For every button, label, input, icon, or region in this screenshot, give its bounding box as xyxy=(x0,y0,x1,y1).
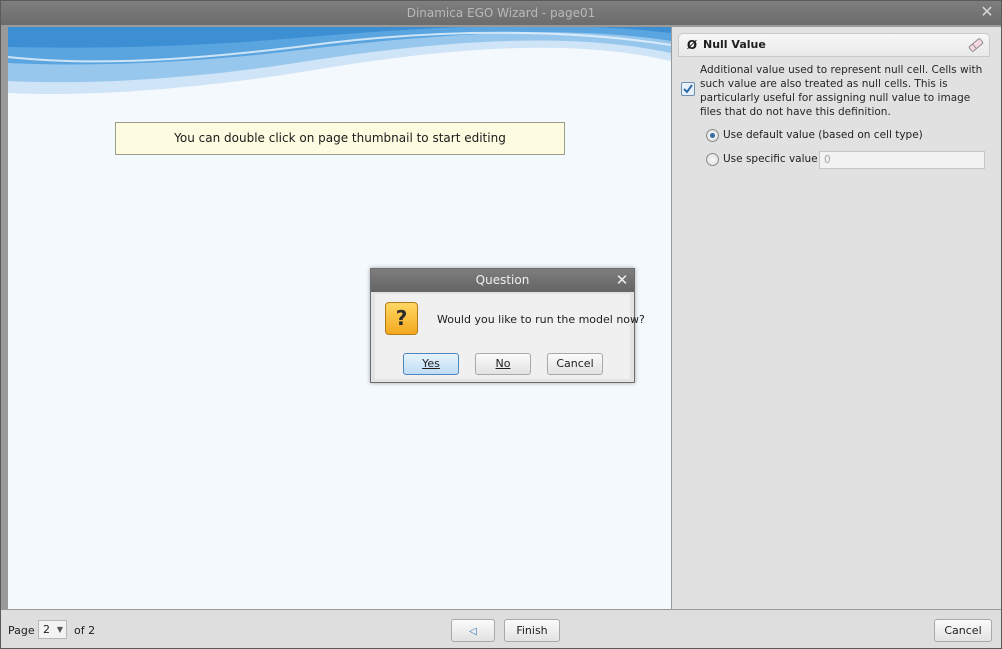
page-total: of 2 xyxy=(74,624,96,637)
dialog-titlebar[interactable]: Question ✕ xyxy=(371,269,634,292)
page-label: Page xyxy=(8,624,35,637)
window-titlebar[interactable]: Dinamica EGO Wizard - page01 ✕ xyxy=(1,1,1001,25)
window-title: Dinamica EGO Wizard - page01 xyxy=(406,6,596,20)
property-title: Null Value xyxy=(703,38,766,51)
dialog-body: ? Would you like to run the model now? Y… xyxy=(375,294,645,379)
question-dialog: Question ✕ ? Would you like to run the m… xyxy=(370,268,645,383)
chevron-down-icon: ▼ xyxy=(56,625,63,634)
question-icon: ? xyxy=(385,302,418,335)
yes-label: Yes xyxy=(422,357,440,370)
triangle-left-icon: ◁ xyxy=(469,626,477,637)
finish-button[interactable]: Finish xyxy=(504,619,560,642)
property-panel: Ø Null Value Additional value used to re… xyxy=(672,27,1001,609)
checkmark-icon xyxy=(683,84,693,94)
header-wave-graphic xyxy=(8,27,671,95)
page-select[interactable]: 2 ▼ xyxy=(38,620,67,639)
radio-specific-value[interactable] xyxy=(706,153,719,166)
property-header: Ø Null Value xyxy=(678,33,990,57)
eraser-icon[interactable] xyxy=(967,37,985,53)
option-label: Use default value (based on cell type) xyxy=(723,129,923,141)
dialog-message: Would you like to run the model now? xyxy=(437,313,645,326)
dialog-title: Question xyxy=(475,273,530,287)
cancel-button[interactable]: Cancel xyxy=(934,619,992,642)
wizard-footer: Page 2 ▼ of 2 ◁ Finish Cancel xyxy=(1,610,1001,648)
back-button[interactable]: ◁ xyxy=(451,619,495,642)
close-icon[interactable]: ✕ xyxy=(614,272,630,288)
specific-value-input[interactable]: 0 xyxy=(819,151,985,169)
yes-button[interactable]: Yes xyxy=(403,353,459,375)
null-value-icon: Ø xyxy=(686,38,698,52)
page-current: 2 xyxy=(43,623,50,636)
editing-hint: You can double click on page thumbnail t… xyxy=(115,122,565,155)
radio-default-value[interactable] xyxy=(706,129,719,142)
option-label: Use specific value xyxy=(723,153,818,165)
property-description: Additional value used to represent null … xyxy=(700,64,983,118)
null-value-checkbox[interactable] xyxy=(681,82,695,96)
close-icon[interactable]: ✕ xyxy=(979,4,995,20)
dialog-cancel-button[interactable]: Cancel xyxy=(547,353,603,375)
no-button[interactable]: No xyxy=(475,353,531,375)
no-label: No xyxy=(495,357,511,370)
wizard-window: Dinamica EGO Wizard - page01 ✕ You can d… xyxy=(0,0,1002,649)
